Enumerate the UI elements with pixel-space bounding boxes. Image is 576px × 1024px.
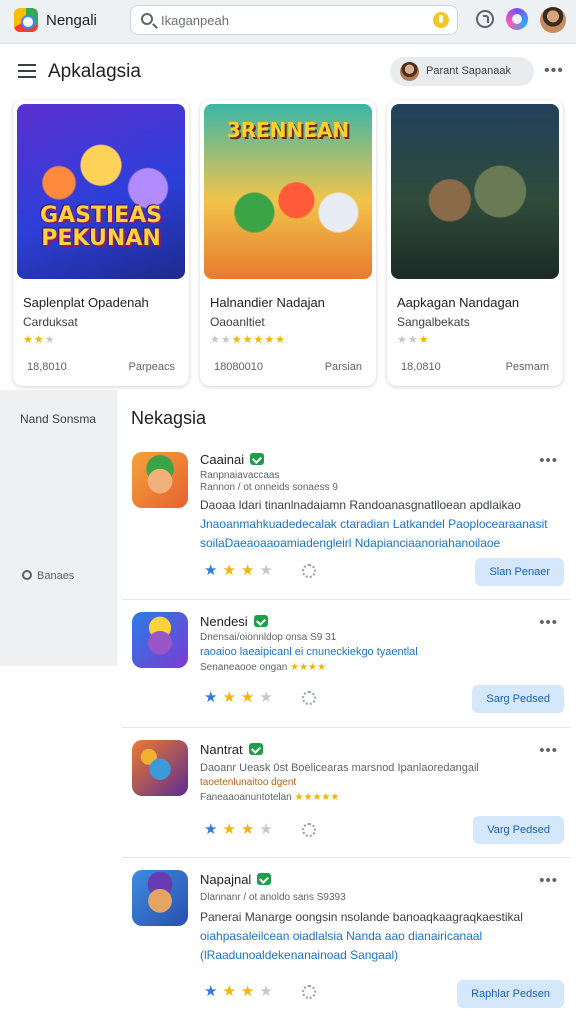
more-options-icon[interactable]: •••: [544, 62, 564, 80]
action-button[interactable]: Sarg Pedsed: [472, 685, 564, 713]
description-link[interactable]: soilaDaeaoaaoamiadengleirl Ndapianciaano…: [200, 536, 500, 550]
game-title: Nantrat: [200, 742, 243, 757]
description-link[interactable]: Jnaoanmahkuadedecalak ctaradian Latkande…: [200, 517, 548, 531]
menu-icon[interactable]: [18, 64, 36, 78]
more-options-icon[interactable]: •••: [539, 452, 558, 469]
star-rating: ★★★★: [204, 983, 278, 1000]
description-link[interactable]: (lRaadunoaldekenanainoad Sangaal): [200, 948, 398, 962]
more-options-icon[interactable]: •••: [539, 614, 558, 631]
rail-item[interactable]: Banaes: [22, 570, 74, 582]
games-icon[interactable]: [506, 8, 528, 30]
mini-rating: ★★★★★: [294, 792, 340, 803]
card-artwork: 3RENNEAN: [204, 104, 372, 279]
meta-line: Rannon / ot onneids sonaess 9: [200, 482, 338, 493]
star-rating: ★★★: [397, 334, 430, 346]
meta-line: Dlannanr / ot anoldo sans S9393: [200, 892, 346, 903]
app-name: Nengali: [46, 12, 97, 29]
verified-icon: [257, 873, 272, 885]
featured-card[interactable]: GASTIEAS PEKUNAN Saplenplat Opadenah Car…: [13, 100, 189, 386]
search-input[interactable]: [161, 10, 421, 30]
description: Panerai Manarge oongsin nsolande banoaqk…: [200, 910, 523, 924]
list-item[interactable]: Caainai ••• Ranpnaiavaccaas Rannon / ot …: [122, 440, 570, 600]
meta-line: taoetenlunaitoo dgent: [200, 777, 297, 788]
card-artwork: GASTIEAS PEKUNAN: [17, 104, 185, 279]
share-icon[interactable]: [302, 691, 316, 705]
category-icon: [22, 570, 32, 580]
avatar[interactable]: [540, 7, 566, 33]
description: Daoaa ldari tinanlnadaiamn Randoanasgnat…: [200, 498, 521, 512]
card-tag: Pesmam: [505, 361, 549, 373]
more-options-icon[interactable]: •••: [539, 742, 558, 759]
mic-icon[interactable]: [433, 12, 449, 28]
star-rating: ★★★: [23, 334, 56, 346]
card-title: Aapkagan Nandagan: [397, 295, 520, 310]
account-chip[interactable]: Parant Sapanaak: [390, 57, 534, 86]
meta-line: Ranpnaiavaccaas: [200, 470, 280, 481]
description-link[interactable]: oiahpasaleilcean oiadlalsia Nanda aao di…: [200, 929, 482, 943]
meta-line: Dnensai/oionnldop onsa S9 31: [200, 632, 337, 643]
card-stat: 18080010: [214, 361, 263, 373]
help-icon[interactable]: [476, 10, 494, 28]
meta-line: Senaneaooe ongan: [200, 662, 288, 673]
search-box[interactable]: [130, 5, 458, 35]
star-rating: ★★★★★★★: [210, 334, 287, 346]
verified-icon: [253, 615, 268, 627]
verified-icon: [250, 453, 265, 465]
page-title: Apkalagsia: [48, 61, 141, 82]
artwork-title: GASTIEAS PEKUNAN: [39, 203, 163, 252]
share-icon[interactable]: [302, 564, 316, 578]
action-button[interactable]: Varg Pedsed: [473, 816, 564, 844]
meta-line: Faneaaoanuntotelan: [200, 792, 292, 803]
share-icon[interactable]: [302, 985, 316, 999]
card-tag: Parsian: [324, 361, 362, 373]
featured-card[interactable]: Aapkagan Nandagan Sangalbekats ★★★ 18,08…: [387, 100, 563, 386]
list-item[interactable]: Napajnal ••• Dlannanr / ot anoldo sans S…: [122, 858, 570, 1018]
rail-heading: Nand Sonsma: [20, 412, 97, 426]
mini-rating: ★★★★: [290, 662, 326, 673]
game-icon: [132, 870, 188, 926]
more-options-icon[interactable]: •••: [539, 872, 558, 889]
card-artwork: [391, 104, 559, 279]
game-icon: [132, 612, 188, 668]
card-subtitle: Sangalbekats: [397, 315, 470, 329]
artwork-title: 3RENNEAN: [226, 118, 350, 142]
side-rail: [0, 390, 117, 666]
card-subtitle: Carduksat: [23, 315, 78, 329]
star-rating: ★★★★: [204, 562, 278, 579]
card-subtitle: Oaoanltiet: [210, 315, 265, 329]
list-item[interactable]: Nendesi ••• Dnensai/oionnldop onsa S9 31…: [122, 600, 570, 728]
card-stat: 18,0810: [401, 361, 441, 373]
meta-line: Daoanr Ueask 0st Boelicearas marsnod Ipa…: [200, 762, 479, 774]
card-tag: Parpeacs: [128, 361, 175, 373]
featured-card[interactable]: 3RENNEAN Halnandier Nadajan Oaoanltiet ★…: [200, 100, 376, 386]
list-item[interactable]: Nantrat ••• Daoanr Ueask 0st Boelicearas…: [122, 728, 570, 858]
app-logo-icon[interactable]: [14, 8, 38, 32]
action-button[interactable]: Raphlar Pedsen: [457, 980, 564, 1008]
game-title: Napajnal: [200, 872, 252, 887]
game-title: Nendesi: [200, 614, 248, 629]
section-title: Nekagsia: [131, 408, 207, 428]
description-link[interactable]: raoaioo laeaipicanl ei cnuneckiekgo tyae…: [200, 646, 418, 658]
chip-avatar: [400, 62, 419, 81]
game-title: Caainai: [200, 452, 245, 467]
account-label: Parant Sapanaak: [426, 65, 512, 77]
action-button[interactable]: Slan Penaer: [475, 558, 564, 586]
card-stat: 18,8010: [27, 361, 67, 373]
share-icon[interactable]: [302, 823, 316, 837]
game-icon: [132, 452, 188, 508]
star-rating: ★★★★: [204, 689, 278, 706]
rail-item-label: Banaes: [37, 570, 75, 582]
game-icon: [132, 740, 188, 796]
card-title: Halnandier Nadajan: [210, 295, 325, 310]
verified-icon: [248, 743, 263, 755]
search-icon: [141, 13, 153, 25]
top-bar: Nengali: [0, 0, 576, 44]
star-rating: ★★★★: [204, 821, 278, 838]
card-title: Saplenplat Opadenah: [23, 295, 149, 310]
